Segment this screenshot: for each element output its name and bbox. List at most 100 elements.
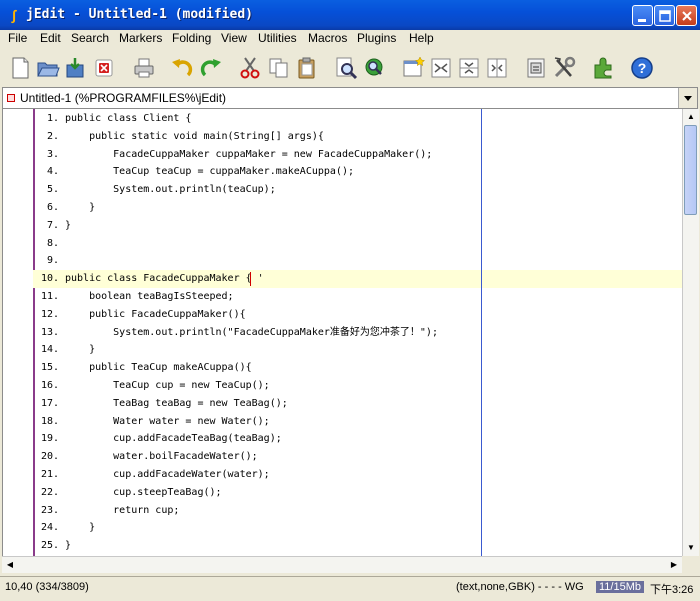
- line-number: 1.: [46, 113, 59, 124]
- code-text[interactable]: FacadeCuppaMaker cuppaMaker = new Facade…: [65, 146, 432, 164]
- code-text[interactable]: public class FacadeCuppaMaker { ': [65, 270, 264, 288]
- code-line[interactable]: 20. water.boilFacadeWater();: [3, 448, 683, 466]
- menu-macros[interactable]: Macros: [308, 31, 347, 45]
- scroll-down-icon[interactable]: ▼: [683, 540, 699, 556]
- code-text[interactable]: return cup;: [65, 502, 179, 520]
- open-button[interactable]: [35, 55, 61, 81]
- code-line[interactable]: 4. TeaCup teaCup = cuppaMaker.makeACuppa…: [3, 163, 683, 181]
- undo-button[interactable]: [169, 55, 195, 81]
- buffer-dropdown-button[interactable]: [678, 88, 697, 108]
- scroll-right-icon[interactable]: ▶: [666, 557, 682, 573]
- code-text[interactable]: System.out.println(teaCup);: [65, 181, 276, 199]
- code-line[interactable]: 16. TeaCup cup = new TeaCup();: [3, 377, 683, 395]
- code-line[interactable]: 22. cup.steepTeaBag();: [3, 484, 683, 502]
- scroll-thumb[interactable]: [684, 125, 697, 215]
- code-text[interactable]: water.boilFacadeWater();: [65, 448, 258, 466]
- copy-button[interactable]: [266, 55, 292, 81]
- text-area[interactable]: 1. public class Client {2. public static …: [2, 109, 683, 556]
- minimize-button[interactable]: [632, 5, 653, 26]
- code-text[interactable]: public class Client {: [65, 110, 191, 128]
- code-text[interactable]: }: [65, 537, 71, 555]
- plugin-manager-button[interactable]: [590, 55, 616, 81]
- code-line[interactable]: 2. public static void main(String[] args…: [3, 128, 683, 146]
- code-text[interactable]: }: [65, 217, 71, 235]
- code-text[interactable]: TeaCup cup = new TeaCup();: [65, 377, 270, 395]
- code-text[interactable]: }: [65, 199, 95, 217]
- buffer-mode-status[interactable]: (text,none,GBK) - - - - WG: [456, 581, 584, 593]
- code-text[interactable]: public static void main(String[] args){: [65, 128, 324, 146]
- unsplit-button[interactable]: [484, 55, 510, 81]
- vertical-scrollbar[interactable]: ▲ ▼: [682, 109, 699, 556]
- menu-plugins[interactable]: Plugins: [357, 31, 396, 45]
- paste-button[interactable]: [294, 55, 320, 81]
- close-buffer-button[interactable]: [91, 55, 117, 81]
- cut-button[interactable]: [237, 55, 263, 81]
- code-text[interactable]: TeaCup teaCup = cuppaMaker.makeACuppa();: [65, 163, 354, 181]
- code-line[interactable]: 10. public class FacadeCuppaMaker { ': [3, 270, 683, 288]
- maximize-button[interactable]: [654, 5, 675, 26]
- redo-button[interactable]: [198, 55, 224, 81]
- close-button[interactable]: [676, 5, 697, 26]
- code-line[interactable]: 6. }: [3, 199, 683, 217]
- menu-file[interactable]: File: [8, 31, 27, 45]
- memory-status[interactable]: 11/15Mb: [596, 581, 644, 593]
- save-button[interactable]: [63, 55, 89, 81]
- menu-view[interactable]: View: [221, 31, 247, 45]
- code-line[interactable]: 25.}: [3, 537, 683, 555]
- code-text[interactable]: cup.addFacadeTeaBag(teaBag);: [65, 430, 282, 448]
- code-text[interactable]: cup.addFacadeWater(water);: [65, 466, 270, 484]
- code-line[interactable]: 15. public TeaCup makeACuppa(){: [3, 359, 683, 377]
- scroll-up-icon[interactable]: ▲: [683, 109, 699, 125]
- menu-edit[interactable]: Edit: [40, 31, 61, 45]
- code-line[interactable]: 14. }: [3, 341, 683, 359]
- menu-folding[interactable]: Folding: [172, 31, 211, 45]
- code-line[interactable]: 9.: [3, 252, 683, 270]
- find-in-files-button[interactable]: [361, 55, 387, 81]
- code-line[interactable]: 24. }: [3, 519, 683, 537]
- code-line[interactable]: 12. public FacadeCuppaMaker(){: [3, 306, 683, 324]
- code-line[interactable]: 8.: [3, 235, 683, 253]
- code-line[interactable]: 23. return cup;: [3, 502, 683, 520]
- caret-position[interactable]: 10,40 (334/3809): [5, 581, 89, 593]
- code-text[interactable]: public FacadeCuppaMaker(){: [65, 306, 246, 324]
- menu-markers[interactable]: Markers: [119, 31, 162, 45]
- buffer-switcher[interactable]: Untitled-1 (%PROGRAMFILES%\jEdit): [2, 87, 698, 109]
- code-line[interactable]: 11. boolean teaBagIsSteeped;: [3, 288, 683, 306]
- buffer-options-button[interactable]: [523, 55, 549, 81]
- menu-utilities[interactable]: Utilities: [258, 31, 297, 45]
- code-line[interactable]: 7.}: [3, 217, 683, 235]
- code-text[interactable]: System.out.println("FacadeCuppaMaker准备好为…: [65, 324, 438, 342]
- global-options-button[interactable]: [551, 55, 577, 81]
- help-icon: ?: [631, 57, 653, 79]
- undo-icon: [172, 59, 193, 77]
- find-button[interactable]: [333, 55, 359, 81]
- code-line[interactable]: 18. Water water = new Water();: [3, 413, 683, 431]
- code-text[interactable]: cup.steepTeaBag();: [65, 484, 221, 502]
- new-view-button[interactable]: [400, 55, 426, 81]
- code-text[interactable]: public TeaCup makeACuppa(){: [65, 359, 252, 377]
- menu-help[interactable]: Help: [409, 31, 434, 45]
- status-bar: 10,40 (334/3809) (text,none,GBK) - - - -…: [0, 576, 700, 601]
- split-horizontal-button[interactable]: [428, 55, 454, 81]
- split-vertical-button[interactable]: [456, 55, 482, 81]
- scroll-left-icon[interactable]: ◀: [2, 557, 18, 573]
- code-text[interactable]: TeaBag teaBag = new TeaBag();: [65, 395, 288, 413]
- code-line[interactable]: 21. cup.addFacadeWater(water);: [3, 466, 683, 484]
- menu-search[interactable]: Search: [71, 31, 109, 45]
- print-button[interactable]: [131, 55, 157, 81]
- code-line[interactable]: 17. TeaBag teaBag = new TeaBag();: [3, 395, 683, 413]
- code-line[interactable]: 5. System.out.println(teaCup);: [3, 181, 683, 199]
- help-button[interactable]: ?: [629, 55, 655, 81]
- code-text[interactable]: boolean teaBagIsSteeped;: [65, 288, 234, 306]
- new-file-button[interactable]: [7, 55, 33, 81]
- maximize-icon: [659, 10, 671, 22]
- code-text[interactable]: }: [65, 519, 95, 537]
- code-text[interactable]: }: [65, 341, 95, 359]
- code-line[interactable]: 13. System.out.println("FacadeCuppaMaker…: [3, 324, 683, 342]
- scrollbar-corner: [682, 556, 698, 572]
- code-text[interactable]: Water water = new Water();: [65, 413, 270, 431]
- code-line[interactable]: 19. cup.addFacadeTeaBag(teaBag);: [3, 430, 683, 448]
- code-line[interactable]: 3. FacadeCuppaMaker cuppaMaker = new Fac…: [3, 146, 683, 164]
- code-line[interactable]: 1. public class Client {: [3, 110, 683, 128]
- horizontal-scrollbar[interactable]: ◀ ▶: [2, 556, 682, 573]
